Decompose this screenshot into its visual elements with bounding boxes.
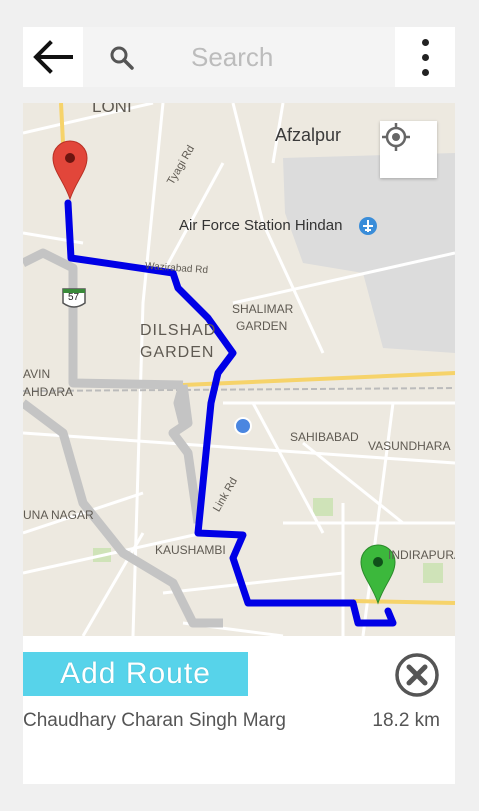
top-bar	[23, 27, 455, 87]
menu-dot-icon	[421, 38, 429, 46]
map-label-indirapuram: INDIRAPURA	[388, 548, 455, 562]
map-label-garden: GARDEN	[140, 344, 215, 361]
crosshair-icon	[382, 123, 410, 151]
my-location-dot	[234, 417, 252, 435]
map-label-kaushambi: KAUSHAMBI	[155, 543, 226, 557]
my-location-button[interactable]	[380, 121, 437, 178]
highway	[182, 371, 455, 387]
add-route-button[interactable]: Add Route	[23, 652, 248, 696]
menu-dot-icon	[421, 68, 429, 76]
airplane-icon	[359, 217, 377, 235]
map-label-vasundhara: VASUNDHARA	[368, 439, 451, 453]
map-label-avin: AVIN	[23, 367, 51, 381]
map-label-ahdara: AHDARA	[23, 385, 74, 399]
overflow-menu-button[interactable]	[395, 27, 455, 87]
map-label-afzalpur: Afzalpur	[275, 125, 342, 145]
map-label-una-nagar: UNA NAGAR	[23, 508, 94, 522]
search-icon	[110, 46, 134, 70]
map-label-loni: LONI	[92, 103, 132, 116]
map-label-shalimar-garden: GARDEN	[236, 319, 288, 333]
close-icon[interactable]	[394, 652, 440, 698]
park-area	[313, 498, 333, 516]
search-input[interactable]	[191, 41, 381, 73]
back-button[interactable]	[23, 27, 83, 87]
start-pin-icon	[52, 140, 88, 201]
map-label-airforce: Air Force Station Hindan	[179, 217, 343, 234]
map-label-shalimar: SHALIMAR	[232, 302, 294, 316]
map-view[interactable]: LONI Afzalpur Tyagi Rd Air Force Station…	[23, 103, 455, 636]
rail-line	[23, 387, 455, 392]
highway	[352, 599, 455, 605]
park-area	[423, 563, 443, 583]
arrow-left-icon	[33, 40, 73, 74]
menu-dot-icon	[421, 53, 429, 61]
map-label-dilshad: DILSHAD	[140, 322, 217, 339]
route-info-panel: Add Route Chaudhary Charan Singh Marg 18…	[23, 636, 455, 784]
road-name-text: Chaudhary Charan Singh Marg	[23, 710, 286, 731]
map-label-sahibabad: SAHIBABAD	[290, 430, 359, 444]
map-label-nh57: 57	[68, 292, 80, 303]
distance-text: 18.2 km	[372, 710, 440, 731]
